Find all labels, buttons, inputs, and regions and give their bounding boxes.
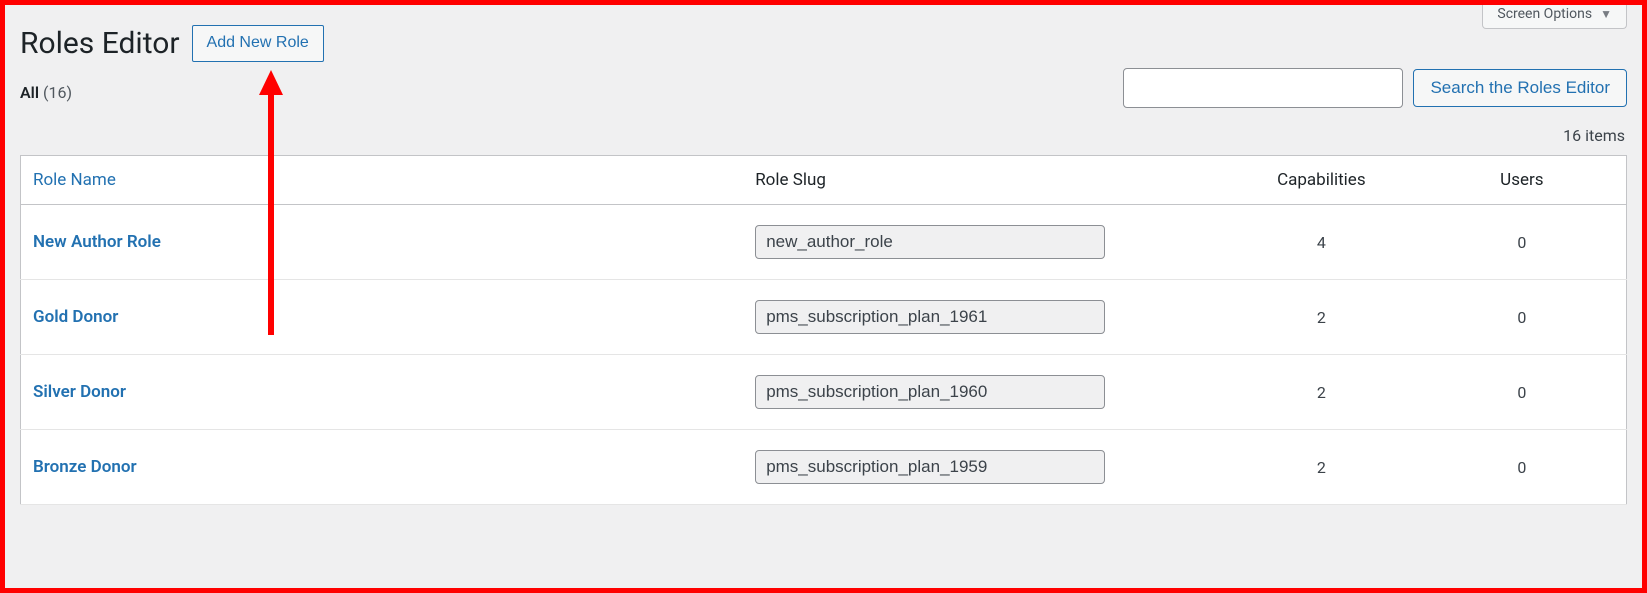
items-count: 16 items — [20, 126, 1625, 145]
table-row: Gold Donor 2 0 — [21, 280, 1627, 355]
role-users: 0 — [1418, 205, 1627, 280]
role-name-link[interactable]: New Author Role — [33, 232, 161, 252]
screen-options-label: Screen Options — [1497, 6, 1592, 22]
table-row: New Author Role 4 0 — [21, 205, 1627, 280]
role-slug-input[interactable] — [755, 300, 1105, 334]
role-name-link[interactable]: Silver Donor — [33, 382, 126, 402]
table-row: Bronze Donor 2 0 — [21, 430, 1627, 505]
role-users: 0 — [1418, 355, 1627, 430]
roles-table: Role Name Role Slug Capabilities Users N… — [20, 155, 1627, 505]
search-button[interactable]: Search the Roles Editor — [1413, 69, 1627, 107]
filter-all-label: All — [20, 83, 39, 102]
role-users: 0 — [1418, 430, 1627, 505]
add-new-role-button[interactable]: Add New Role — [192, 25, 324, 61]
search-input[interactable] — [1123, 68, 1403, 108]
column-header-capabilities: Capabilities — [1225, 156, 1418, 205]
role-capabilities: 2 — [1225, 430, 1418, 505]
caret-down-icon: ▼ — [1600, 7, 1612, 21]
role-capabilities: 2 — [1225, 280, 1418, 355]
role-capabilities: 4 — [1225, 205, 1418, 280]
filter-all-count: (16) — [43, 83, 72, 102]
role-slug-input[interactable] — [755, 450, 1105, 484]
screen-options-tab[interactable]: Screen Options ▼ — [1482, 0, 1627, 29]
role-slug-input[interactable] — [755, 225, 1105, 259]
column-header-role-name[interactable]: Role Name — [21, 156, 744, 205]
column-header-role-slug: Role Slug — [743, 156, 1225, 205]
filter-all-link[interactable]: All (16) — [20, 83, 72, 102]
column-header-users: Users — [1418, 156, 1627, 205]
role-users: 0 — [1418, 280, 1627, 355]
table-row: Silver Donor 2 0 — [21, 355, 1627, 430]
role-name-link[interactable]: Gold Donor — [33, 307, 118, 327]
page-title: Roles Editor — [20, 24, 180, 63]
role-capabilities: 2 — [1225, 355, 1418, 430]
role-name-link[interactable]: Bronze Donor — [33, 457, 137, 477]
role-slug-input[interactable] — [755, 375, 1105, 409]
